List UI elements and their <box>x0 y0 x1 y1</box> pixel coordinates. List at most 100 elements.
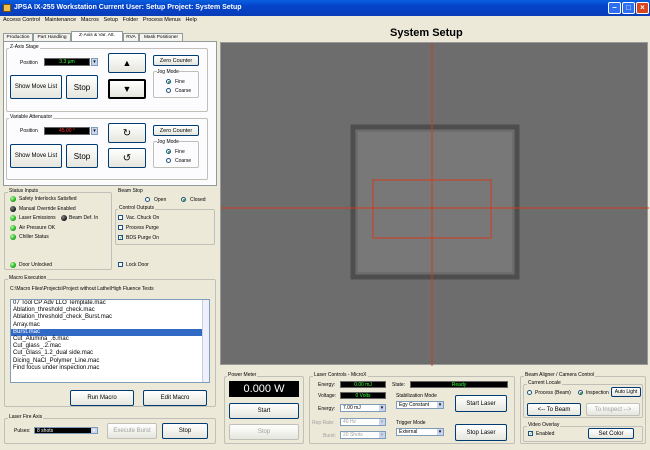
list-item-selected[interactable]: Burst.mac <box>11 328 209 337</box>
edit-macro-button[interactable]: Edit Macro <box>143 390 207 406</box>
lock-door-checkbox[interactable] <box>118 262 123 267</box>
att-coarse-label: Coarse <box>175 158 192 164</box>
inspection-radio[interactable] <box>578 390 583 395</box>
status-chiller: Chiller Status <box>19 234 49 240</box>
z-fine-radio[interactable] <box>166 79 171 84</box>
run-macro-button[interactable]: Run Macro <box>70 390 134 406</box>
menu-setup[interactable]: Setup <box>104 16 118 25</box>
minimize-button[interactable]: – <box>608 2 621 14</box>
status-led-safety <box>10 196 16 202</box>
z-jog-up-button[interactable]: ▲ <box>108 53 146 73</box>
rep-rate-input[interactable]: 40 Hz <box>340 418 386 426</box>
status-safety: Safety Interlocks Satisfied <box>19 196 77 202</box>
att-position-display: 45.00 ° <box>44 127 90 135</box>
energy-set-input[interactable]: 7.00 mJ <box>340 404 386 412</box>
list-item[interactable]: Cut_Alumina_.6.mac <box>11 336 209 343</box>
menu-help[interactable]: Help <box>185 16 196 25</box>
tab-rva[interactable]: RVA <box>123 33 139 41</box>
list-item[interactable]: Find focus under inspection.mac <box>11 365 209 372</box>
bds-purge-checkbox[interactable]: ✓ <box>118 235 123 241</box>
menu-macros[interactable]: Macros <box>81 16 99 25</box>
z-coarse-radio[interactable] <box>166 88 171 93</box>
to-beam-button[interactable]: <-- To Beam <box>527 403 581 416</box>
list-item[interactable]: 07 Tool CP Adv LLO Template.mac <box>11 300 209 307</box>
z-stop-button[interactable]: Stop <box>66 75 98 99</box>
process-beam-radio[interactable] <box>527 390 532 395</box>
vac-chuck-checkbox[interactable] <box>118 215 123 220</box>
execute-burst-button[interactable]: Execute Burst <box>107 423 157 439</box>
att-coarse-radio[interactable] <box>166 158 171 163</box>
menu-access-control[interactable]: Access Control <box>3 16 40 25</box>
list-item[interactable]: Cut_Glass_1.2_dual side.mac <box>11 350 209 357</box>
list-item[interactable]: Array.mac <box>11 322 209 329</box>
beam-stop-open-radio[interactable] <box>145 197 150 202</box>
burst-input[interactable]: 20 Shots <box>340 431 386 439</box>
maximize-button[interactable]: □ <box>622 2 635 14</box>
att-stop-button[interactable]: Stop <box>66 144 98 168</box>
triangle-down-icon: ▼ <box>122 84 132 94</box>
overlay-enabled-checkbox[interactable]: ✓ <box>528 431 533 437</box>
tab-part-handling[interactable]: Part Handling <box>33 33 71 41</box>
trigger-mode-select[interactable]: External <box>396 428 444 436</box>
state-display: Ready <box>410 381 508 388</box>
close-button[interactable]: × <box>636 2 649 14</box>
auto-light-button[interactable]: Auto Light <box>611 387 641 397</box>
macro-list[interactable]: 07 Tool CP Adv LLO Template.mac Ablation… <box>10 299 210 383</box>
chevron-down-icon[interactable]: ▾ <box>91 58 98 66</box>
power-start-button[interactable]: Start <box>229 403 299 419</box>
status-led-laser <box>10 215 16 221</box>
list-item[interactable]: Ablation_threshold_check.mac <box>11 307 209 314</box>
process-purge-checkbox[interactable] <box>118 225 123 230</box>
fire-stop-button[interactable]: Stop <box>162 423 208 439</box>
menu-bar: Access Control Maintenance Macros Setup … <box>0 16 650 25</box>
laser-label: Laser Controls - MicroX <box>313 372 368 378</box>
macro-scrollbar[interactable] <box>202 300 209 382</box>
list-item[interactable]: Dicing_NaCl_Polymer_Line.mac <box>11 358 209 365</box>
list-item[interactable]: Ablation_threshold_check_Burst.mac <box>11 314 209 321</box>
status-led-door <box>10 262 16 268</box>
overlay-label: Video Overlay <box>527 422 561 428</box>
status-led-beam-def <box>61 215 67 221</box>
tab-z-axis[interactable]: Z-Axis & Var. Att. <box>71 31 123 41</box>
tab-production[interactable]: Production <box>3 33 33 41</box>
triangle-up-icon: ▲ <box>122 58 132 68</box>
to-inspect-button[interactable]: To Inspect --> <box>586 403 640 416</box>
att-rotate-cw-button[interactable]: ↻ <box>108 123 146 143</box>
pulses-select[interactable]: 8 shots <box>34 427 98 434</box>
beam-stop-closed-radio[interactable] <box>181 197 186 202</box>
power-stop-button[interactable]: Stop <box>229 424 299 440</box>
status-led-air <box>10 225 16 231</box>
stop-laser-button[interactable]: Stop Laser <box>455 424 507 441</box>
voltage-display: 0 Volts <box>340 392 386 399</box>
att-zero-counter-button[interactable]: Zero Counter <box>153 125 199 136</box>
set-color-button[interactable]: Set Color <box>588 428 634 439</box>
att-fine-radio[interactable] <box>166 149 171 154</box>
title-bar: JPSA IX-255 Workstation Current User: Se… <box>0 0 650 16</box>
beam-stop-closed-label: Closed <box>190 197 206 203</box>
z-zero-counter-button[interactable]: Zero Counter <box>153 55 199 66</box>
locale-label: Current Locale <box>527 380 562 386</box>
menu-process-menus[interactable]: Process Menus <box>143 16 181 25</box>
status-label: Status Inputs <box>8 188 40 194</box>
att-rotate-ccw-button[interactable]: ↺ <box>108 148 146 168</box>
att-show-move-list-button[interactable]: Show Move List <box>10 144 62 168</box>
menu-folder[interactable]: Folder <box>123 16 139 25</box>
z-jog-down-button[interactable]: ▼ <box>108 79 146 99</box>
tab-mask-positioner[interactable]: Mask Positioner <box>139 33 183 41</box>
stab-mode-label: Stabilization Mode <box>396 393 437 399</box>
camera-image <box>221 43 649 366</box>
macro-path: C:\Macro Files\Projects\Project without … <box>10 286 154 292</box>
list-item[interactable]: Cut_glass_.2.mac <box>11 343 209 350</box>
stab-mode-select[interactable]: Egy Constant <box>396 401 444 409</box>
chevron-down-icon[interactable]: ▾ <box>91 127 98 135</box>
lock-door-label: Lock Door <box>126 262 149 268</box>
z-show-move-list-button[interactable]: Show Move List <box>10 75 62 99</box>
voltage-label: Voltage: <box>318 393 337 399</box>
burst-label: Burst: <box>323 433 337 439</box>
start-laser-button[interactable]: Start Laser <box>455 395 507 412</box>
rep-rate-label: Rep Rate: <box>312 420 335 426</box>
z-jog-mode-label: Jog Mode <box>157 69 179 75</box>
menu-maintenance[interactable]: Maintenance <box>45 16 77 25</box>
z-fine-label: Fine <box>175 79 185 85</box>
camera-view[interactable] <box>220 42 649 366</box>
